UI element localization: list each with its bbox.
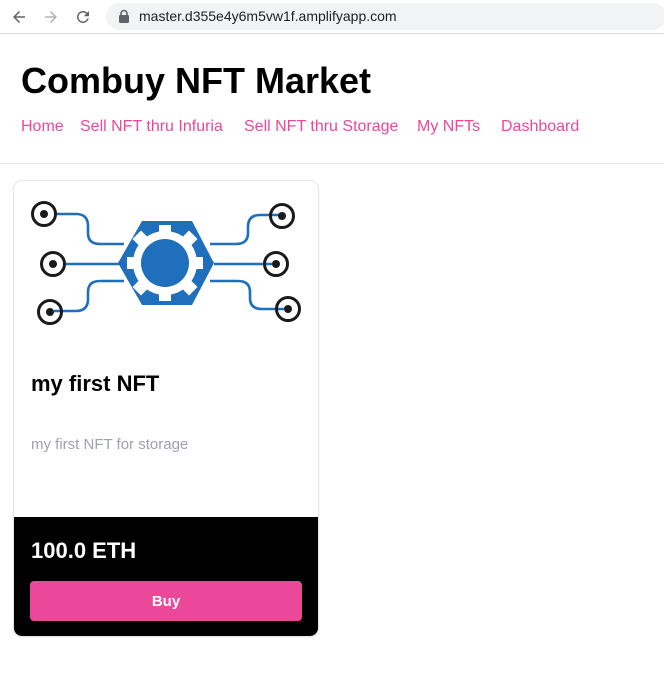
arrow-right-icon (45, 11, 57, 23)
nft-price: 100.0 ETH (31, 538, 137, 563)
forward-button[interactable] (40, 6, 62, 28)
reload-button[interactable] (72, 6, 94, 28)
buy-button[interactable]: Buy (30, 581, 302, 621)
card-footer: 100.0 ETH Buy (14, 517, 318, 636)
nft-description: my first NFT for storage (31, 436, 189, 453)
reload-icon (76, 10, 89, 23)
back-button[interactable] (8, 6, 30, 28)
nav-link-home[interactable]: Home (21, 118, 64, 136)
page-title: Combuy NFT Market (21, 60, 372, 101)
nft-card: my first NFT my first NFT for storage 10… (13, 180, 319, 637)
network-gear-icon (31, 201, 301, 325)
arrow-left-icon (13, 11, 25, 23)
nft-name: my first NFT (31, 371, 160, 396)
site-header: Combuy NFT Market Home Sell NFT thru Inf… (0, 34, 664, 164)
nav-link-my-nfts[interactable]: My NFTs (417, 118, 480, 136)
browser-toolbar: master.d355e4y6m5vw1f.amplifyapp.com (0, 0, 664, 34)
address-bar[interactable]: master.d355e4y6m5vw1f.amplifyapp.com (106, 3, 664, 30)
lock-icon (119, 9, 129, 23)
nav-link-dashboard[interactable]: Dashboard (501, 118, 579, 136)
nav-link-sell-infuria[interactable]: Sell NFT thru Infuria (80, 118, 223, 136)
url-text: master.d355e4y6m5vw1f.amplifyapp.com (139, 8, 397, 24)
nav-link-sell-storage[interactable]: Sell NFT thru Storage (244, 118, 398, 136)
